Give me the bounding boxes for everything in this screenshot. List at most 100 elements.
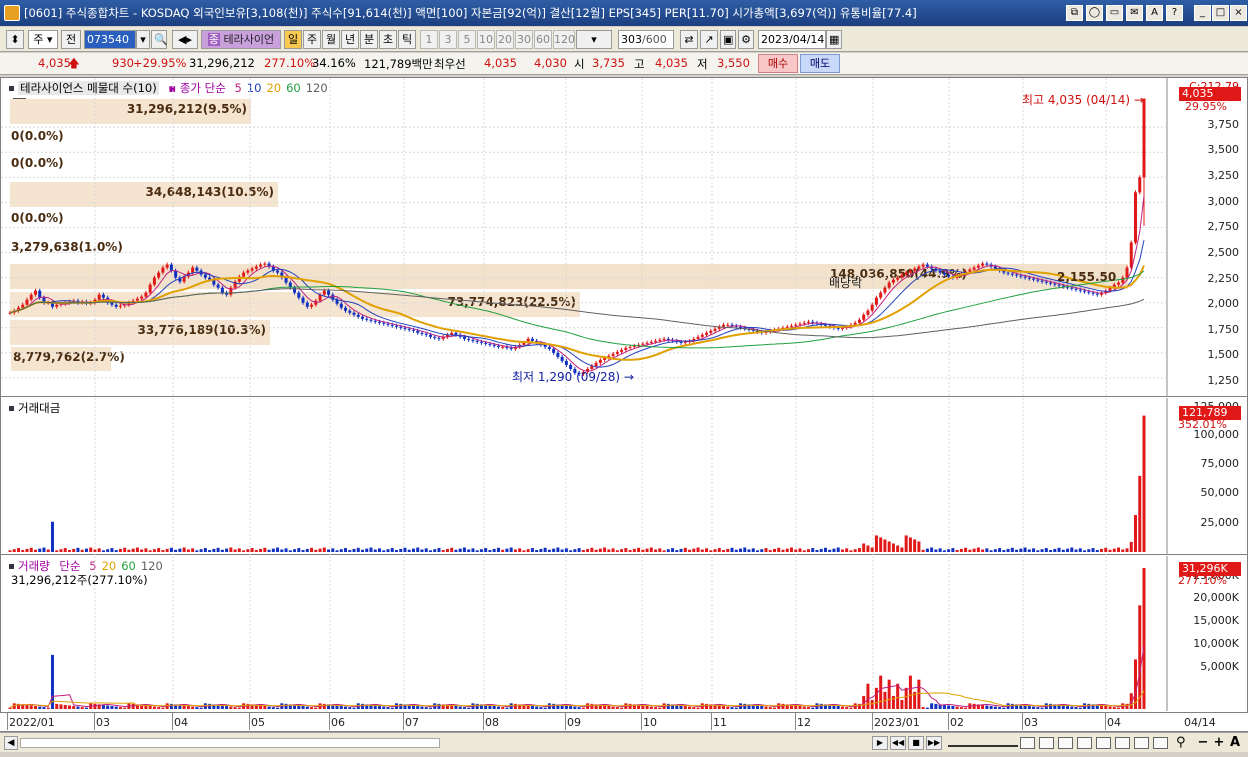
nav-button-0[interactable]: ▶ [872,736,888,750]
interval-btn-30[interactable]: 30 [515,30,533,49]
speaker-icon[interactable]: ◀▸ [172,30,198,49]
ma-line-10 [9,240,1145,368]
sell-button[interactable]: 매도 [800,54,840,73]
period-tab-4[interactable]: 분 [360,30,378,49]
nav-button-2[interactable]: ■ [908,736,924,750]
candle [97,294,101,300]
market-select[interactable]: 주 ▾ [28,30,58,49]
x-axis-label: 04 [1107,716,1121,729]
magnifier-icon[interactable]: ⚲ [1176,735,1186,750]
volume-bar [310,707,314,709]
period-tab-6[interactable]: 틱 [398,30,416,49]
volume-ma-line-5 [9,645,1145,709]
zoom-button-1[interactable]: + [1212,735,1226,751]
period-tab-0[interactable]: 일 [284,30,302,49]
volume-bar [696,707,700,709]
code-dropdown-icon[interactable]: ▾ [136,30,150,49]
window-control-5[interactable]: ? [1166,5,1183,21]
amount-bar [1121,549,1125,552]
date-field[interactable]: 2023/04/14 [758,30,826,49]
settings-icon[interactable]: ⚙ [738,30,754,49]
amount-bar [12,549,16,552]
window-control-8[interactable]: × [1230,5,1247,21]
volume-bar [1087,703,1091,709]
candle [942,272,946,275]
interval-btn-5[interactable]: 5 [458,30,476,49]
buy-button[interactable]: 매수 [758,54,798,73]
interval-dropdown[interactable]: ▾ [576,30,612,49]
drawing-tool-icon[interactable] [1077,737,1092,749]
candle [1044,281,1048,283]
volume-bar [131,703,135,709]
drawing-tool-icon[interactable] [1115,737,1130,749]
amount-bar [942,550,946,552]
period-tab-1[interactable]: 주 [303,30,321,49]
x-axis-label: 2023/01 [874,716,920,729]
period-tab-3[interactable]: 년 [341,30,359,49]
candle [216,284,220,288]
scroll-left-button[interactable]: ◀ [4,736,18,750]
scrollbar-track[interactable] [20,738,440,748]
drawing-tool-icon[interactable] [1134,737,1149,749]
drawing-tool-icon[interactable] [1039,737,1054,749]
amount-bar [577,548,581,552]
save-icon[interactable]: ▣ [720,30,736,49]
zoom-button-0[interactable]: − [1196,735,1210,751]
interval-btn-10[interactable]: 10 [477,30,495,49]
search-icon[interactable]: 🔍 [151,30,168,49]
window-control-7[interactable]: □ [1212,5,1229,21]
window-control-0[interactable]: ⧉ [1066,5,1083,21]
volume-panel[interactable]: 거래량 단순 52060120 31,296,212주(277.10%) 25,… [1,556,1248,711]
drawing-tool-icon[interactable] [1153,737,1168,749]
amount-bar [675,550,679,552]
amount-bar [50,521,54,552]
candle [709,330,713,333]
amount-bar [598,548,602,552]
scroll-left-icon[interactable]: ⇄ [680,30,698,49]
window-control-2[interactable]: ▭ [1106,5,1123,21]
window-control-4[interactable]: A [1146,5,1163,21]
period-tab-2[interactable]: 월 [322,30,340,49]
drawing-tool-icon[interactable] [1058,737,1073,749]
chart-area[interactable]: 테라사이언스 매물대 수(10) ▪ 종가 단순 5 10 20 60 120 31,2… [0,77,1248,732]
amount-bar [484,548,488,552]
period-tab-5[interactable]: 초 [379,30,397,49]
prev-button[interactable]: 전 [61,30,81,49]
amount-bar [182,547,186,552]
zoom-button-2[interactable]: A [1228,735,1242,751]
amount-bar [454,549,458,552]
y-axis-label: 20,000K [1193,591,1239,604]
interval-btn-20[interactable]: 20 [496,30,514,49]
window-control-3[interactable]: ✉ [1126,5,1143,21]
amount-bar [768,550,772,552]
drawing-tool-icon[interactable] [1096,737,1111,749]
window-control-1[interactable]: ◯ [1086,5,1103,21]
amount-bar [743,547,747,552]
amount-bar [866,545,870,552]
company-name[interactable]: 종 테라사이언 [201,30,281,49]
stock-code-input[interactable]: 073540 [84,30,136,49]
window-control-6[interactable]: _ [1194,5,1211,21]
line-chart-icon[interactable]: ↗ [700,30,718,49]
y-axis-label: 2,500 [1207,246,1240,259]
amount-bar [1125,548,1129,552]
amount-panel[interactable]: 거래대금 100,00075,00050,00025,000 125,000 1… [1,398,1248,555]
pin-icon[interactable]: ⬍ [6,30,24,49]
interval-btn-1[interactable]: 1 [420,30,438,49]
interval-btn-3[interactable]: 3 [439,30,457,49]
price-panel[interactable]: 테라사이언스 매물대 수(10) ▪ 종가 단순 5 10 20 60 120 31,2… [1,78,1248,397]
zoom-slider[interactable] [948,739,1018,747]
amount-bar [29,547,33,552]
nav-button-3[interactable]: ▶▶ [926,736,942,750]
amount-bar [734,549,738,552]
nav-button-1[interactable]: ◀◀ [890,736,906,750]
candle [135,298,139,301]
drawing-tool-icon[interactable] [1020,737,1035,749]
interval-btn-60[interactable]: 60 [534,30,552,49]
count-field[interactable]: 303/600 [618,30,674,49]
amount-bar [717,548,721,552]
interval-btn-120[interactable]: 120 [553,30,575,49]
amount-bar [985,548,989,552]
calendar-icon[interactable]: ▦ [826,30,842,49]
current-price-pct: 29.95% [1185,100,1227,113]
